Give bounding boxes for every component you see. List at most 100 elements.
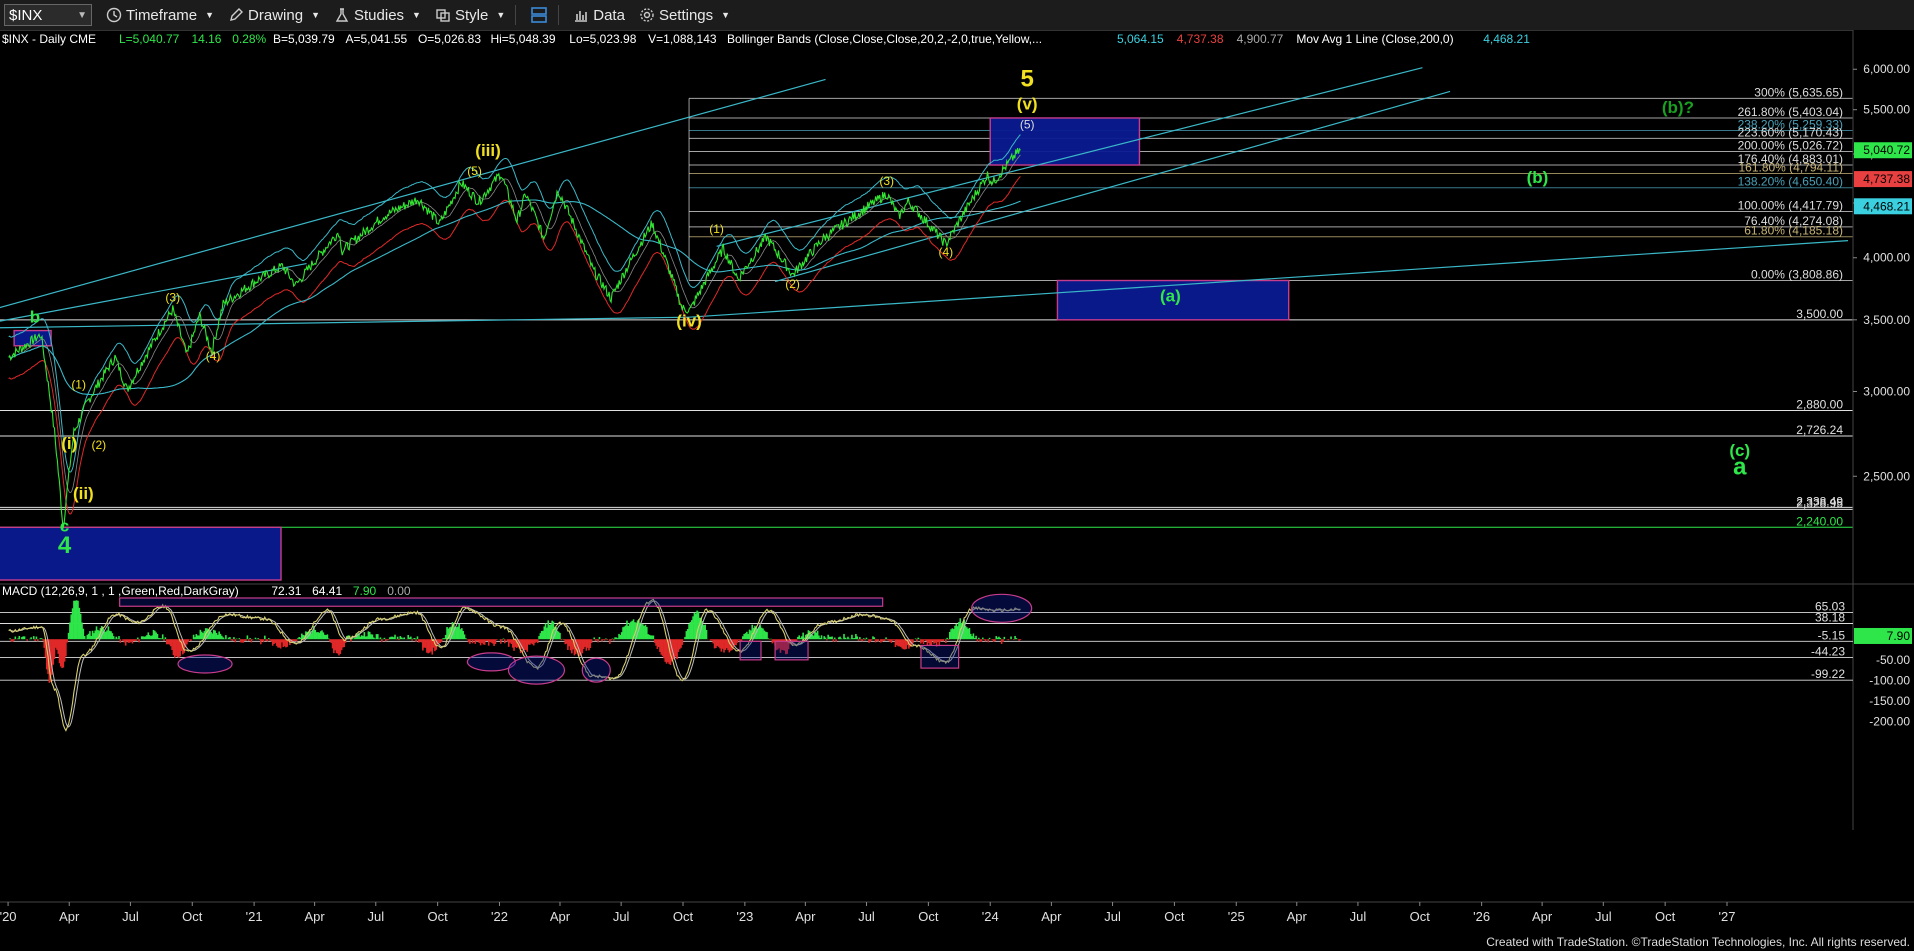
fib-label: 0.00% (3,808.86)	[1751, 268, 1843, 282]
pencil-icon	[230, 8, 244, 21]
time-tick-label: Oct	[1655, 909, 1676, 924]
time-tick-label: Jul	[122, 909, 139, 924]
clock-icon	[106, 7, 122, 23]
wave-label: (ii)	[73, 484, 94, 503]
legend-item: Bollinger Bands (Close,Close,Close,20,2,…	[727, 32, 1042, 46]
chart-legend: $INX - Daily CME L=5,040.77 14.16 0.28% B=5,…	[2, 32, 1530, 598]
time-tick-label: Jul	[1595, 909, 1612, 924]
macd-highlight-box	[920, 644, 960, 669]
wave-label: (4)	[206, 349, 221, 363]
settings-label: Settings	[658, 6, 714, 24]
layout-icon	[531, 7, 548, 23]
symbol-input[interactable]: $INX ▼	[4, 4, 92, 26]
time-tick-label: Oct	[182, 909, 203, 924]
wave-label: (2)	[91, 438, 106, 452]
fib-label: 200.00% (5,026.72)	[1738, 139, 1843, 153]
macd-highlight-box	[119, 597, 884, 607]
fib-label: 100.00% (4,417.79)	[1738, 199, 1843, 213]
macd-tick-label: -50.00	[1876, 653, 1910, 667]
fib-label: 300% (5,635.65)	[1754, 85, 1843, 99]
time-tick-label: '24	[982, 909, 999, 924]
time-tick-label: Jul	[1104, 909, 1121, 924]
price-tick-label: 3,000.00	[1863, 384, 1910, 398]
data-button[interactable]: Data	[573, 7, 625, 24]
wave-label: (a)	[1160, 287, 1181, 306]
macd-highlight-oval	[507, 655, 566, 685]
studies-button[interactable]: Studies ▼	[334, 7, 421, 24]
fib-label: 223.60% (5,170.43)	[1738, 125, 1843, 139]
time-tick-label: Jul	[858, 909, 875, 924]
chevron-down-icon: ▼	[496, 10, 506, 20]
studies-label: Studies	[354, 6, 405, 24]
wave-label: (1)	[71, 377, 86, 391]
macd-legend-item: MACD (12,26,9, 1 , 1 ,Green,Red,DarkGray…	[2, 584, 239, 598]
gear-icon	[640, 8, 654, 22]
price-tick-label: 4,000.00	[1863, 251, 1910, 265]
legend-item: B=5,039.79	[273, 32, 335, 46]
legend-item: $INX - Daily CME	[2, 32, 96, 46]
style-label: Style	[454, 6, 489, 24]
wave-label: (4)	[939, 245, 954, 259]
time-tick-label: '23	[736, 909, 753, 924]
macd-level-label: -44.23	[1811, 644, 1845, 658]
style-button[interactable]: Style ▼	[435, 7, 505, 24]
price-tick-label: 6,000.00	[1863, 62, 1910, 76]
timeframe-button[interactable]: Timeframe ▼	[106, 7, 214, 24]
macd-level-label: -5.15	[1818, 628, 1846, 642]
time-tick-label: Apr	[1041, 909, 1062, 924]
wave-labels: 5 (v) (5) (iii) (5) (iv) (1) (2) (3) (4) (3) (4) (1)…	[30, 66, 1750, 559]
settings-button[interactable]: Settings ▼	[639, 7, 730, 24]
time-tick-label: Jul	[613, 909, 630, 924]
macd-highlight-box	[739, 640, 762, 661]
time-tick-label: Jul	[367, 909, 384, 924]
c4-box-box	[0, 526, 282, 581]
macd-panel: 65.0338.18-5.15-44.23-99.22-50.00-100.00…	[0, 583, 1914, 736]
macd-highlight-box	[774, 640, 809, 661]
wave-label: b	[30, 307, 40, 326]
price-tick-label: 3,500.00	[1863, 313, 1910, 327]
wave-label: 5	[1021, 66, 1034, 93]
legend-item: 4,900.77	[1237, 32, 1284, 46]
layout-button[interactable]	[530, 6, 548, 24]
macd-highlight-oval	[177, 654, 233, 674]
time-tick-label: Oct	[428, 909, 449, 924]
time-tick-label: Apr	[550, 909, 571, 924]
data-label: Data	[593, 6, 625, 24]
moving-average-line	[8, 199, 1021, 396]
time-tick-label: '27	[1719, 909, 1736, 924]
wave-label: (2)	[785, 277, 800, 291]
bollinger-upper-line	[8, 134, 1021, 473]
legend-item: Lo=5,023.98	[569, 32, 636, 46]
price-series	[8, 134, 1021, 529]
legend-item: 14.16	[191, 32, 221, 46]
wave-label: 4	[58, 532, 72, 559]
wave-label: (1)	[709, 222, 724, 236]
price-line	[8, 147, 1021, 529]
price-tick-label: 2,500.00	[1863, 469, 1910, 483]
time-tick-label: '26	[1473, 909, 1490, 924]
wave-label: (v)	[1017, 95, 1038, 114]
trendline	[0, 78, 826, 309]
macd-legend-item: 0.00	[387, 584, 411, 598]
toolbar: $INX ▼ Timeframe ▼ Drawing ▼ Studies ▼ S…	[0, 0, 1914, 31]
style-icon	[436, 9, 450, 22]
level-label: 3,500.00	[1796, 307, 1843, 321]
wave-label: (5)	[1020, 118, 1035, 132]
level-label: 2,880.00	[1796, 397, 1843, 411]
legend-item: L=5,040.77	[119, 32, 180, 46]
price-chart[interactable]: $INX - Daily CME L=5,040.77 14.16 0.28% B=5,…	[0, 30, 1914, 951]
time-tick-label: Apr	[59, 909, 80, 924]
legend-item: 0.28%	[232, 32, 266, 46]
flask-icon	[335, 8, 349, 22]
level-label: 2,726.24	[1796, 423, 1843, 437]
macd-legend-item: 7.90	[353, 584, 377, 598]
wave-label: (b)?	[1662, 98, 1694, 117]
toolbar-divider	[515, 5, 517, 25]
legend-item: Hi=5,048.39	[490, 32, 555, 46]
time-tick-label: Oct	[1410, 909, 1431, 924]
macd-level-label: -99.22	[1811, 667, 1845, 681]
time-tick-label: Apr	[795, 909, 816, 924]
macd-badge-label: 7.90	[1887, 629, 1911, 643]
drawing-button[interactable]: Drawing ▼	[228, 7, 320, 24]
macd-legend-item: 72.31	[271, 584, 301, 598]
